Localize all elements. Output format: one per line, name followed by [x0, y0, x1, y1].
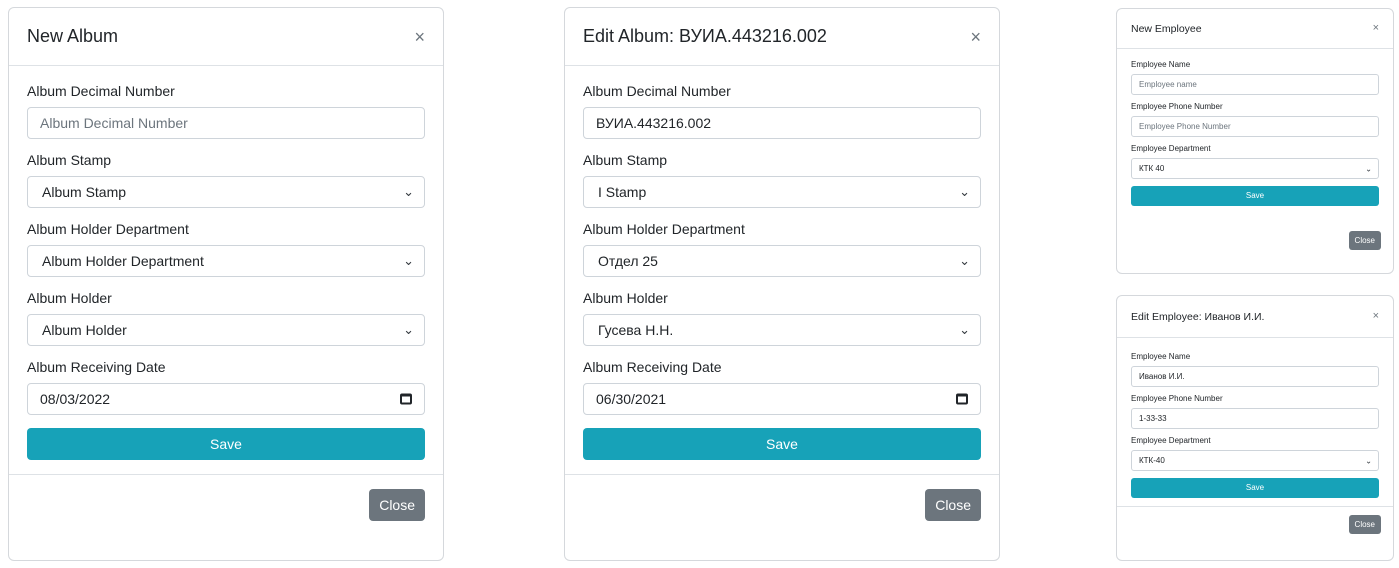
album-stamp-select[interactable]: I Stamp ⌄	[583, 176, 981, 208]
chevron-down-icon: ⌄	[959, 184, 970, 199]
modal-body: Album Decimal Number Album Decimal Numbe…	[9, 66, 443, 474]
employee-name-input[interactable]: Employee name	[1131, 74, 1379, 95]
chevron-down-icon: ⌄	[959, 322, 970, 337]
employee-phone-placeholder: Employee Phone Number	[1139, 122, 1231, 131]
employee-department-select[interactable]: КТК 40 ⌄	[1131, 158, 1379, 179]
save-button[interactable]: Save	[1131, 186, 1379, 206]
album-holder-department-value: Album Holder Department	[42, 253, 204, 269]
employee-phone-input[interactable]: Employee Phone Number	[1131, 116, 1379, 137]
modal-title: Edit Employee: Иванов И.И.	[1131, 310, 1265, 323]
close-button[interactable]: Close	[369, 489, 425, 521]
album-stamp-value: Album Stamp	[42, 184, 127, 200]
modal-title: New Album	[27, 26, 119, 46]
save-button[interactable]: Save	[27, 428, 425, 460]
album-holder-department-label: Album Holder Department	[27, 221, 189, 237]
album-decimal-number-placeholder: Album Decimal Number	[40, 115, 188, 131]
employee-phone-label: Employee Phone Number	[1131, 102, 1223, 111]
employee-phone-value: 1-33-33	[1139, 414, 1167, 423]
chevron-down-icon: ⌄	[403, 322, 414, 337]
modal-title: Edit Album: ВУИА.443216.002	[583, 26, 827, 46]
modal-footer: Close	[1117, 214, 1393, 250]
calendar-icon[interactable]	[400, 393, 412, 405]
album-decimal-number-label: Album Decimal Number	[583, 83, 731, 99]
modal-body: Employee Name Иванов И.И. Employee Phone…	[1117, 338, 1393, 506]
edit-album-modal: Edit Album: ВУИА.443216.002 × Album Deci…	[564, 7, 1000, 561]
album-decimal-number-value: ВУИА.443216.002	[596, 115, 712, 131]
album-holder-label: Album Holder	[583, 290, 668, 306]
album-stamp-label: Album Stamp	[583, 152, 668, 168]
employee-name-label: Employee Name	[1131, 352, 1191, 361]
employee-department-label: Employee Department	[1131, 436, 1211, 445]
album-holder-department-value: Отдел 25	[598, 253, 658, 269]
employee-department-value: КТК 40	[1139, 164, 1165, 173]
album-stamp-label: Album Stamp	[27, 152, 112, 168]
calendar-icon[interactable]	[956, 393, 968, 405]
close-button[interactable]: Close	[925, 489, 981, 521]
album-decimal-number-input[interactable]: Album Decimal Number	[27, 107, 425, 139]
modal-footer: Close	[1117, 506, 1393, 542]
employee-name-input[interactable]: Иванов И.И.	[1131, 366, 1379, 387]
close-icon[interactable]: ×	[970, 28, 981, 46]
album-receiving-date-label: Album Receiving Date	[583, 359, 722, 375]
employee-name-label: Employee Name	[1131, 60, 1191, 69]
close-button[interactable]: Close	[1348, 515, 1381, 534]
chevron-down-icon: ⌄	[959, 253, 970, 268]
employee-department-label: Employee Department	[1131, 144, 1211, 153]
album-decimal-number-label: Album Decimal Number	[27, 83, 175, 99]
modal-header: Edit Album: ВУИА.443216.002 ×	[565, 8, 999, 66]
modal-title: New Employee	[1131, 22, 1202, 35]
employee-name-placeholder: Employee name	[1139, 80, 1197, 89]
close-button[interactable]: Close	[1348, 231, 1381, 250]
employee-phone-input[interactable]: 1-33-33	[1131, 408, 1379, 429]
employee-name-value: Иванов И.И.	[1139, 372, 1185, 381]
chevron-down-icon: ⌄	[403, 253, 414, 268]
modal-body: Employee Name Employee name Employee Pho…	[1117, 49, 1393, 214]
album-receiving-date-value: 08/03/2022	[40, 391, 111, 407]
album-holder-select[interactable]: Album Holder ⌄	[27, 314, 425, 346]
save-button[interactable]: Save	[583, 428, 981, 460]
new-employee-modal: New Employee × Employee Name Employee na…	[1116, 8, 1394, 274]
modal-body: Album Decimal Number ВУИА.443216.002 Alb…	[565, 66, 999, 474]
album-decimal-number-input[interactable]: ВУИА.443216.002	[583, 107, 981, 139]
close-icon[interactable]: ×	[1373, 23, 1379, 34]
album-holder-department-select[interactable]: Отдел 25 ⌄	[583, 245, 981, 277]
album-holder-value: Album Holder	[42, 322, 127, 338]
album-receiving-date-label: Album Receiving Date	[27, 359, 166, 375]
album-holder-department-select[interactable]: Album Holder Department ⌄	[27, 245, 425, 277]
album-stamp-value: I Stamp	[598, 184, 647, 200]
modal-footer: Close	[565, 474, 999, 535]
modal-header: New Album ×	[9, 8, 443, 66]
chevron-down-icon: ⌄	[1365, 164, 1372, 173]
close-icon[interactable]: ×	[1373, 311, 1379, 322]
album-receiving-date-input[interactable]: 08/03/2022	[27, 383, 425, 415]
modal-header: Edit Employee: Иванов И.И. ×	[1117, 296, 1393, 338]
employee-department-value: КТК-40	[1139, 456, 1165, 465]
album-holder-select[interactable]: Гусева Н.Н. ⌄	[583, 314, 981, 346]
album-receiving-date-input[interactable]: 06/30/2021	[583, 383, 981, 415]
save-button[interactable]: Save	[1131, 478, 1379, 498]
chevron-down-icon: ⌄	[403, 184, 414, 199]
employee-phone-label: Employee Phone Number	[1131, 394, 1223, 403]
edit-employee-modal: Edit Employee: Иванов И.И. × Employee Na…	[1116, 295, 1394, 561]
album-holder-department-label: Album Holder Department	[583, 221, 745, 237]
new-album-modal: New Album × Album Decimal Number Album D…	[8, 7, 444, 561]
employee-department-select[interactable]: КТК-40 ⌄	[1131, 450, 1379, 471]
album-receiving-date-value: 06/30/2021	[596, 391, 667, 407]
album-holder-label: Album Holder	[27, 290, 112, 306]
chevron-down-icon: ⌄	[1365, 456, 1372, 465]
close-icon[interactable]: ×	[414, 28, 425, 46]
album-stamp-select[interactable]: Album Stamp ⌄	[27, 176, 425, 208]
modal-footer: Close	[9, 474, 443, 535]
album-holder-value: Гусева Н.Н.	[598, 322, 674, 338]
modal-header: New Employee ×	[1117, 9, 1393, 49]
